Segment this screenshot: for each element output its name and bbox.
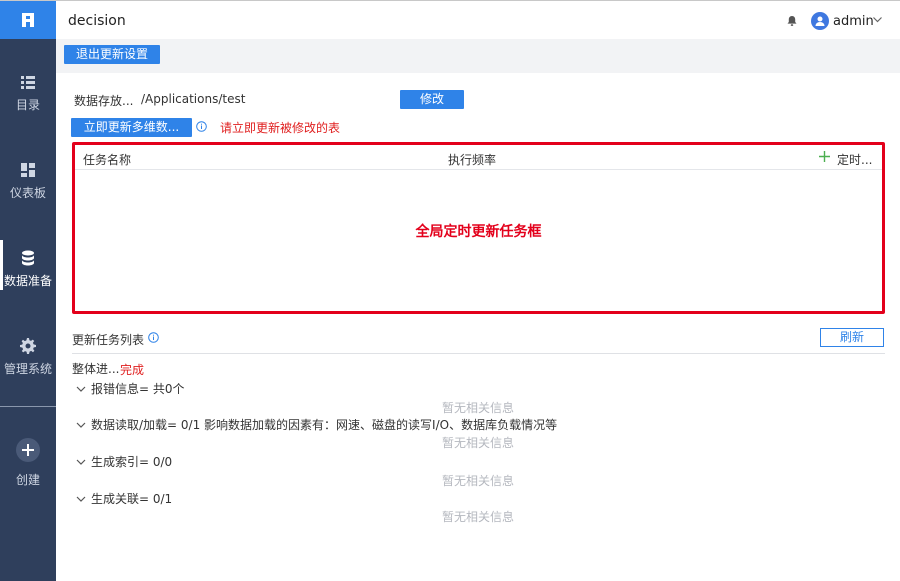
section-label: 报错信息= 共0个 (91, 382, 185, 396)
section-label: 生成索引= 0/0 (91, 455, 173, 469)
column-schedule: 定时... (837, 153, 873, 167)
avatar[interactable] (811, 12, 829, 30)
database-icon (22, 250, 34, 266)
gear-icon (20, 338, 36, 354)
table-header: 任务名称 执行频率 定时... (75, 145, 882, 170)
toolbar: 退出更新设置 (56, 39, 900, 73)
empty-state: 暂无相关信息 (441, 436, 514, 450)
task-list-title: 更新任务列表 (72, 333, 145, 347)
update-now-button[interactable]: 立即更新多维数... (71, 118, 192, 137)
sidebar-item-label: 仪表板 (9, 186, 46, 200)
update-hint: 请立即更新被修改的表 (220, 121, 341, 135)
sidebar: 目录 仪表板 数据准备 管理系统 创建 (0, 1, 56, 581)
chevron-down-icon (76, 422, 86, 428)
progress-status: 完成 (120, 363, 145, 377)
sidebar-item-admin[interactable]: 管理系统 (0, 338, 56, 377)
empty-state: 暂无相关信息 (441, 401, 514, 415)
info-icon[interactable] (196, 121, 207, 132)
section-label: 生成关联= 0/1 (91, 492, 173, 506)
section-label: 数据读取/加载= 0/1 影响数据加载的因素有：网速、磁盘的读写I/O、数据库负… (91, 418, 558, 432)
sidebar-item-label: 目录 (15, 98, 40, 112)
annotation-text: 全局定时更新任务框 (415, 224, 542, 240)
chevron-down-icon (76, 386, 86, 392)
section-data-load[interactable]: 数据读取/加载= 0/1 影响数据加载的因素有：网速、磁盘的读写I/O、数据库负… (76, 416, 557, 433)
sidebar-item-label: 数据准备 (3, 274, 52, 288)
chevron-down-icon (76, 496, 86, 502)
sidebar-item-catalog[interactable]: 目录 (0, 74, 56, 113)
list-icon (21, 76, 35, 89)
create-button[interactable] (16, 438, 40, 462)
section-errors[interactable]: 报错信息= 共0个 (76, 380, 185, 397)
sidebar-item-dashboard[interactable]: 仪表板 (0, 162, 56, 201)
task-list-header: 更新任务列表 刷新 (72, 327, 885, 354)
scheduled-task-table: 任务名称 执行频率 定时... 全局定时更新任务框 (72, 142, 885, 314)
section-relations[interactable]: 生成关联= 0/1 (76, 490, 172, 507)
create-label: 创建 (15, 473, 40, 487)
sidebar-item-label: 管理系统 (3, 362, 52, 376)
refresh-button[interactable]: 刷新 (820, 328, 884, 347)
add-task-icon[interactable] (819, 151, 830, 162)
exit-update-settings-button[interactable]: 退出更新设置 (64, 45, 160, 64)
top-header: decision admin (56, 1, 900, 39)
storage-label: 数据存放... (74, 94, 134, 108)
info-icon[interactable] (148, 332, 159, 343)
main-content: 数据存放... /Applications/test 修改 立即更新多维数...… (56, 73, 900, 581)
section-indexing[interactable]: 生成索引= 0/0 (76, 453, 172, 470)
column-task-name: 任务名称 (83, 153, 132, 167)
empty-state: 暂无相关信息 (441, 510, 514, 524)
progress-label: 整体进... (72, 362, 120, 376)
column-frequency: 执行频率 (448, 153, 497, 167)
user-icon (815, 16, 825, 26)
sidebar-divider (0, 406, 56, 407)
app-logo[interactable] (0, 1, 56, 39)
chevron-down-icon[interactable] (872, 14, 883, 25)
storage-path: /Applications/test (141, 92, 246, 106)
bell-icon[interactable] (786, 15, 798, 27)
logo-icon (22, 13, 34, 27)
sidebar-item-data-prep[interactable]: 数据准备 (0, 240, 56, 290)
dashboard-icon (21, 163, 35, 177)
plus-icon (22, 444, 34, 456)
empty-state: 暂无相关信息 (441, 474, 514, 488)
app-window: 目录 仪表板 数据准备 管理系统 创建 decision admin 退出更新设… (0, 0, 900, 581)
chevron-down-icon (76, 459, 86, 465)
app-title: decision (68, 13, 126, 29)
modify-button[interactable]: 修改 (400, 90, 464, 109)
user-name[interactable]: admin (833, 14, 874, 29)
